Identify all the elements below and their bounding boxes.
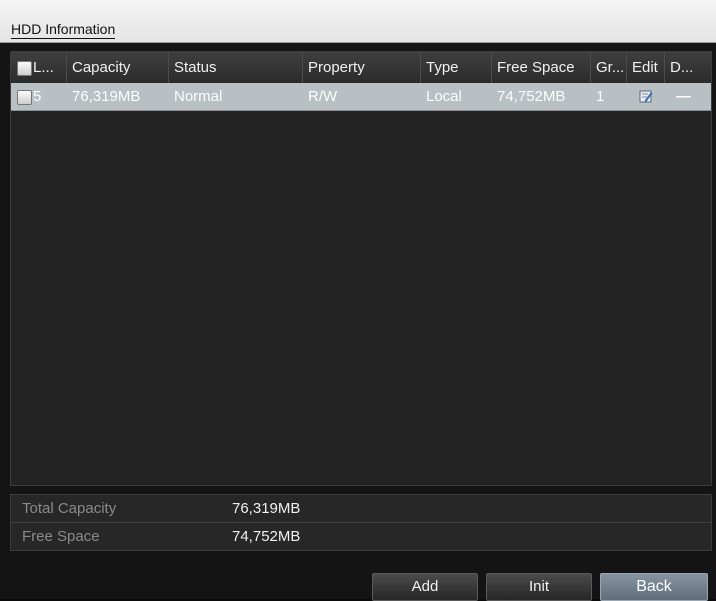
summary-panel: Total Capacity 76,319MB Free Space 74,75… (10, 494, 712, 551)
hdd-information-window: HDD Information L... Capacity Status Pro… (0, 0, 716, 601)
free-space-value: 74,752MB (232, 528, 301, 545)
column-header-edit[interactable]: Edit (627, 52, 665, 83)
cell-property: R/W (308, 88, 338, 105)
cell-type: Local (426, 88, 462, 105)
column-header-free-space[interactable]: Free Space (492, 52, 591, 83)
init-button[interactable]: Init (486, 573, 592, 601)
table-header: L... Capacity Status Property Type Free … (11, 52, 711, 84)
column-header-label[interactable]: L... (11, 52, 67, 83)
column-header-property[interactable]: Property (303, 52, 421, 83)
column-header-delete[interactable]: D... (665, 52, 711, 83)
cell-group: 1 (596, 88, 605, 105)
column-header-status[interactable]: Status (169, 52, 303, 83)
total-capacity-label: Total Capacity (22, 500, 117, 517)
edit-icon[interactable] (639, 89, 653, 103)
add-button[interactable]: Add (372, 573, 478, 601)
column-header-capacity[interactable]: Capacity (67, 52, 169, 83)
cell-label: 5 (33, 88, 42, 105)
cell-free-space: 74,752MB (497, 88, 566, 105)
column-header-type[interactable]: Type (421, 52, 492, 83)
back-button[interactable]: Back (600, 573, 708, 601)
title-bar: HDD Information (0, 0, 716, 43)
free-space-row: Free Space 74,752MB (11, 523, 711, 550)
cell-status: Normal (174, 88, 223, 105)
delete-icon[interactable]: — (671, 83, 691, 110)
table-row[interactable]: 5 76,319MB Normal R/W Local 74,752MB 1 — (11, 83, 711, 111)
free-space-label: Free Space (22, 528, 100, 545)
select-all-checkbox[interactable] (17, 61, 32, 76)
total-capacity-value: 76,319MB (232, 500, 301, 517)
hdd-table: L... Capacity Status Property Type Free … (10, 51, 712, 486)
column-header-group[interactable]: Gr... (591, 52, 627, 83)
total-capacity-row: Total Capacity 76,319MB (11, 495, 711, 523)
cell-capacity: 76,319MB (72, 88, 141, 105)
window-title: HDD Information (11, 21, 116, 39)
